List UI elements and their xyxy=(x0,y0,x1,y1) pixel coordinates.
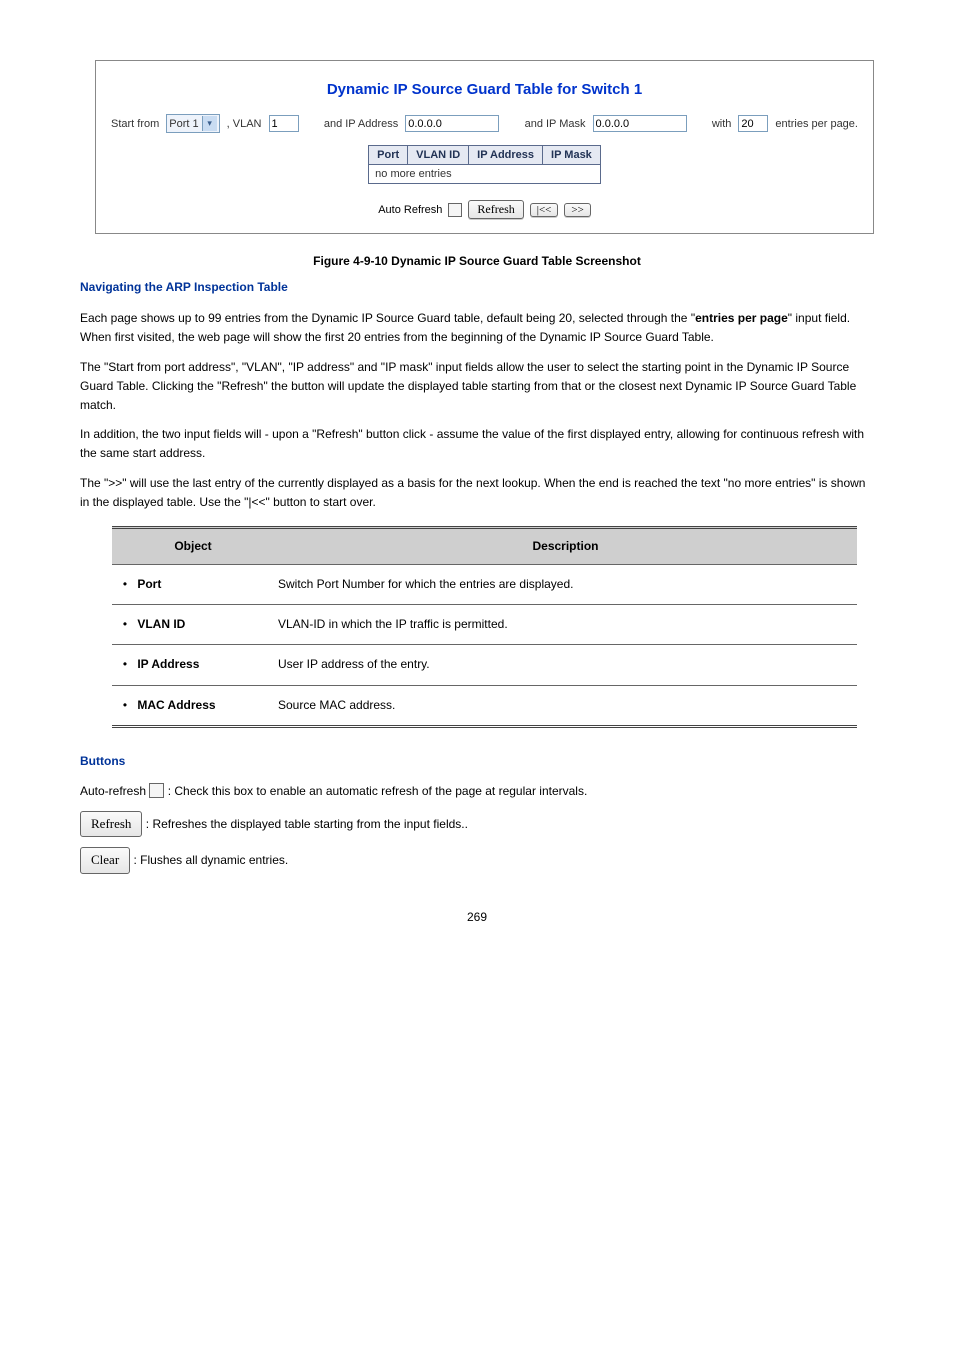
auto-refresh-checkbox[interactable] xyxy=(448,203,462,217)
ip-address-input[interactable] xyxy=(405,115,499,132)
obj-desc: Source MAC address. xyxy=(274,685,857,726)
port-select[interactable]: Port 1 ▾ xyxy=(166,114,219,133)
table-row: • IP Address User IP address of the entr… xyxy=(112,645,857,685)
obj-desc: Switch Port Number for which the entries… xyxy=(274,565,857,605)
nav-paragraph-1: Each page shows up to 99 entries from th… xyxy=(80,309,874,347)
buttons-heading: Buttons xyxy=(80,752,874,771)
refresh-button-inline: Refresh xyxy=(80,811,142,837)
table-header-row: Port VLAN ID IP Address IP Mask xyxy=(369,146,601,165)
clear-line: Clear : Flushes all dynamic entries. xyxy=(80,847,874,873)
auto-refresh-text-prefix: Auto-refresh xyxy=(80,784,149,798)
def-th-description: Description xyxy=(274,527,857,564)
table-row: • Port Switch Port Number for which the … xyxy=(112,565,857,605)
definitions-table: Object Description • Port Switch Port Nu… xyxy=(112,526,857,728)
auto-refresh-line: Auto-refresh : Check this box to enable … xyxy=(80,781,874,801)
port-select-value: Port 1 xyxy=(169,118,198,130)
nav-p1a: Each page shows up to 99 entries from th… xyxy=(80,311,695,325)
checkbox-icon xyxy=(149,783,164,798)
nav-paragraph-2: The "Start from port address", "VLAN", "… xyxy=(80,358,874,416)
vlan-input[interactable] xyxy=(269,115,299,132)
auto-refresh-label: Auto Refresh xyxy=(378,204,442,216)
th-ip: IP Address xyxy=(469,146,543,165)
ip-mask-label: and IP Mask xyxy=(525,118,586,130)
obj-desc: User IP address of the entry. xyxy=(274,645,857,685)
next-page-button[interactable]: >> xyxy=(564,203,590,217)
auto-refresh-text: : Check this box to enable an automatic … xyxy=(168,784,588,798)
obj-label: VLAN ID xyxy=(137,617,185,631)
controls-row: Auto Refresh Refresh |<< >> xyxy=(378,200,591,219)
body-text: Navigating the ARP Inspection Table Each… xyxy=(80,278,874,874)
def-th-object: Object xyxy=(112,527,274,564)
clear-button-inline: Clear xyxy=(80,847,130,873)
nav-paragraph-4: The ">>" will use the last entry of the … xyxy=(80,474,874,512)
refresh-line: Refresh : Refreshes the displayed table … xyxy=(80,811,874,837)
ip-source-guard-table: Port VLAN ID IP Address IP Mask no more … xyxy=(368,145,601,184)
no-entries-text: no more entries xyxy=(369,165,601,184)
nav-heading: Navigating the ARP Inspection Table xyxy=(80,280,288,294)
figure-caption: Figure 4-9-10 Dynamic IP Source Guard Ta… xyxy=(0,254,954,268)
page-number: 269 xyxy=(0,910,954,944)
th-vlan: VLAN ID xyxy=(408,146,469,165)
nav-paragraph-3: In addition, the two input fields will -… xyxy=(80,425,874,463)
table-empty-row: no more entries xyxy=(369,165,601,184)
ip-mask-input[interactable] xyxy=(593,115,687,132)
filter-row: Start from Port 1 ▾ , VLAN and IP Addres… xyxy=(104,114,865,143)
table-row: • VLAN ID VLAN-ID in which the IP traffi… xyxy=(112,605,857,645)
refresh-desc: : Refreshes the displayed table starting… xyxy=(146,817,468,831)
refresh-button[interactable]: Refresh xyxy=(468,200,523,219)
with-label: with xyxy=(712,118,732,130)
figure-panel: Dynamic IP Source Guard Table for Switch… xyxy=(95,60,874,234)
ip-address-label: and IP Address xyxy=(324,118,398,130)
table-row: • MAC Address Source MAC address. xyxy=(112,685,857,726)
chevron-down-icon: ▾ xyxy=(202,116,217,131)
start-from-label: Start from xyxy=(111,118,159,130)
figure-title: Dynamic IP Source Guard Table for Switch… xyxy=(104,81,865,98)
th-port: Port xyxy=(369,146,408,165)
obj-label: Port xyxy=(137,577,161,591)
obj-label: IP Address xyxy=(137,657,199,671)
entries-suffix-label: entries per page. xyxy=(775,118,858,130)
first-page-button[interactable]: |<< xyxy=(530,203,559,217)
vlan-label: , VLAN xyxy=(227,118,262,130)
entries-bold: entries per page xyxy=(695,311,788,325)
obj-desc: VLAN-ID in which the IP traffic is permi… xyxy=(274,605,857,645)
entries-input[interactable] xyxy=(738,115,768,132)
clear-desc: : Flushes all dynamic entries. xyxy=(134,853,289,867)
th-mask: IP Mask xyxy=(543,146,601,165)
obj-label: MAC Address xyxy=(137,698,215,712)
